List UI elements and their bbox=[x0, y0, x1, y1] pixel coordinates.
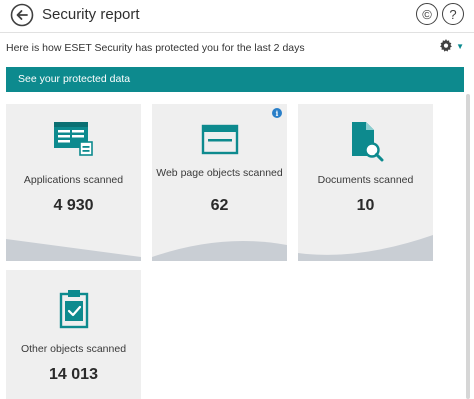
copyright-icon[interactable]: © bbox=[416, 3, 438, 25]
chevron-down-icon: ▼ bbox=[456, 41, 464, 51]
application-window-icon bbox=[53, 122, 93, 156]
title-bar: Security report © ? bbox=[0, 0, 474, 32]
tile-label: Documents scanned bbox=[317, 174, 414, 186]
report-subtitle: Here is how ESET Security has protected … bbox=[6, 42, 305, 54]
document-search-icon bbox=[351, 122, 383, 162]
tile-wave bbox=[152, 241, 287, 261]
tile-documents-scanned[interactable]: Documents scanned 10 bbox=[298, 104, 433, 261]
back-arrow-icon bbox=[10, 3, 34, 27]
help-icon[interactable]: ? bbox=[442, 3, 464, 25]
info-icon[interactable]: i bbox=[272, 108, 282, 118]
browser-window-icon bbox=[201, 124, 238, 155]
back-button[interactable] bbox=[10, 3, 34, 27]
scrollbar[interactable] bbox=[466, 94, 470, 399]
page-title: Security report bbox=[42, 6, 140, 23]
tile-count: 10 bbox=[356, 197, 375, 214]
tile-label: Other objects scanned bbox=[20, 343, 127, 355]
gear-icon bbox=[440, 39, 452, 52]
tile-wave bbox=[298, 235, 433, 261]
tile-other-objects-scanned[interactable]: Other objects scanned 14 013 bbox=[6, 270, 141, 399]
tile-count: 4 930 bbox=[53, 197, 94, 214]
header-divider bbox=[0, 32, 474, 33]
tile-wave bbox=[6, 239, 141, 261]
clipboard-check-icon bbox=[59, 290, 88, 329]
tile-web-page-objects-scanned[interactable]: i Web page objects scanned 62 bbox=[152, 104, 287, 261]
settings-button[interactable]: ▼ bbox=[439, 39, 464, 53]
tile-applications-scanned[interactable]: Applications scanned 4 930 bbox=[6, 104, 141, 261]
tile-count: 14 013 bbox=[49, 366, 98, 383]
tile-count: 62 bbox=[210, 197, 229, 214]
protected-data-banner[interactable]: See your protected data bbox=[6, 67, 464, 92]
tile-label: Web page objects scanned bbox=[156, 167, 283, 179]
tile-label: Applications scanned bbox=[23, 174, 124, 186]
